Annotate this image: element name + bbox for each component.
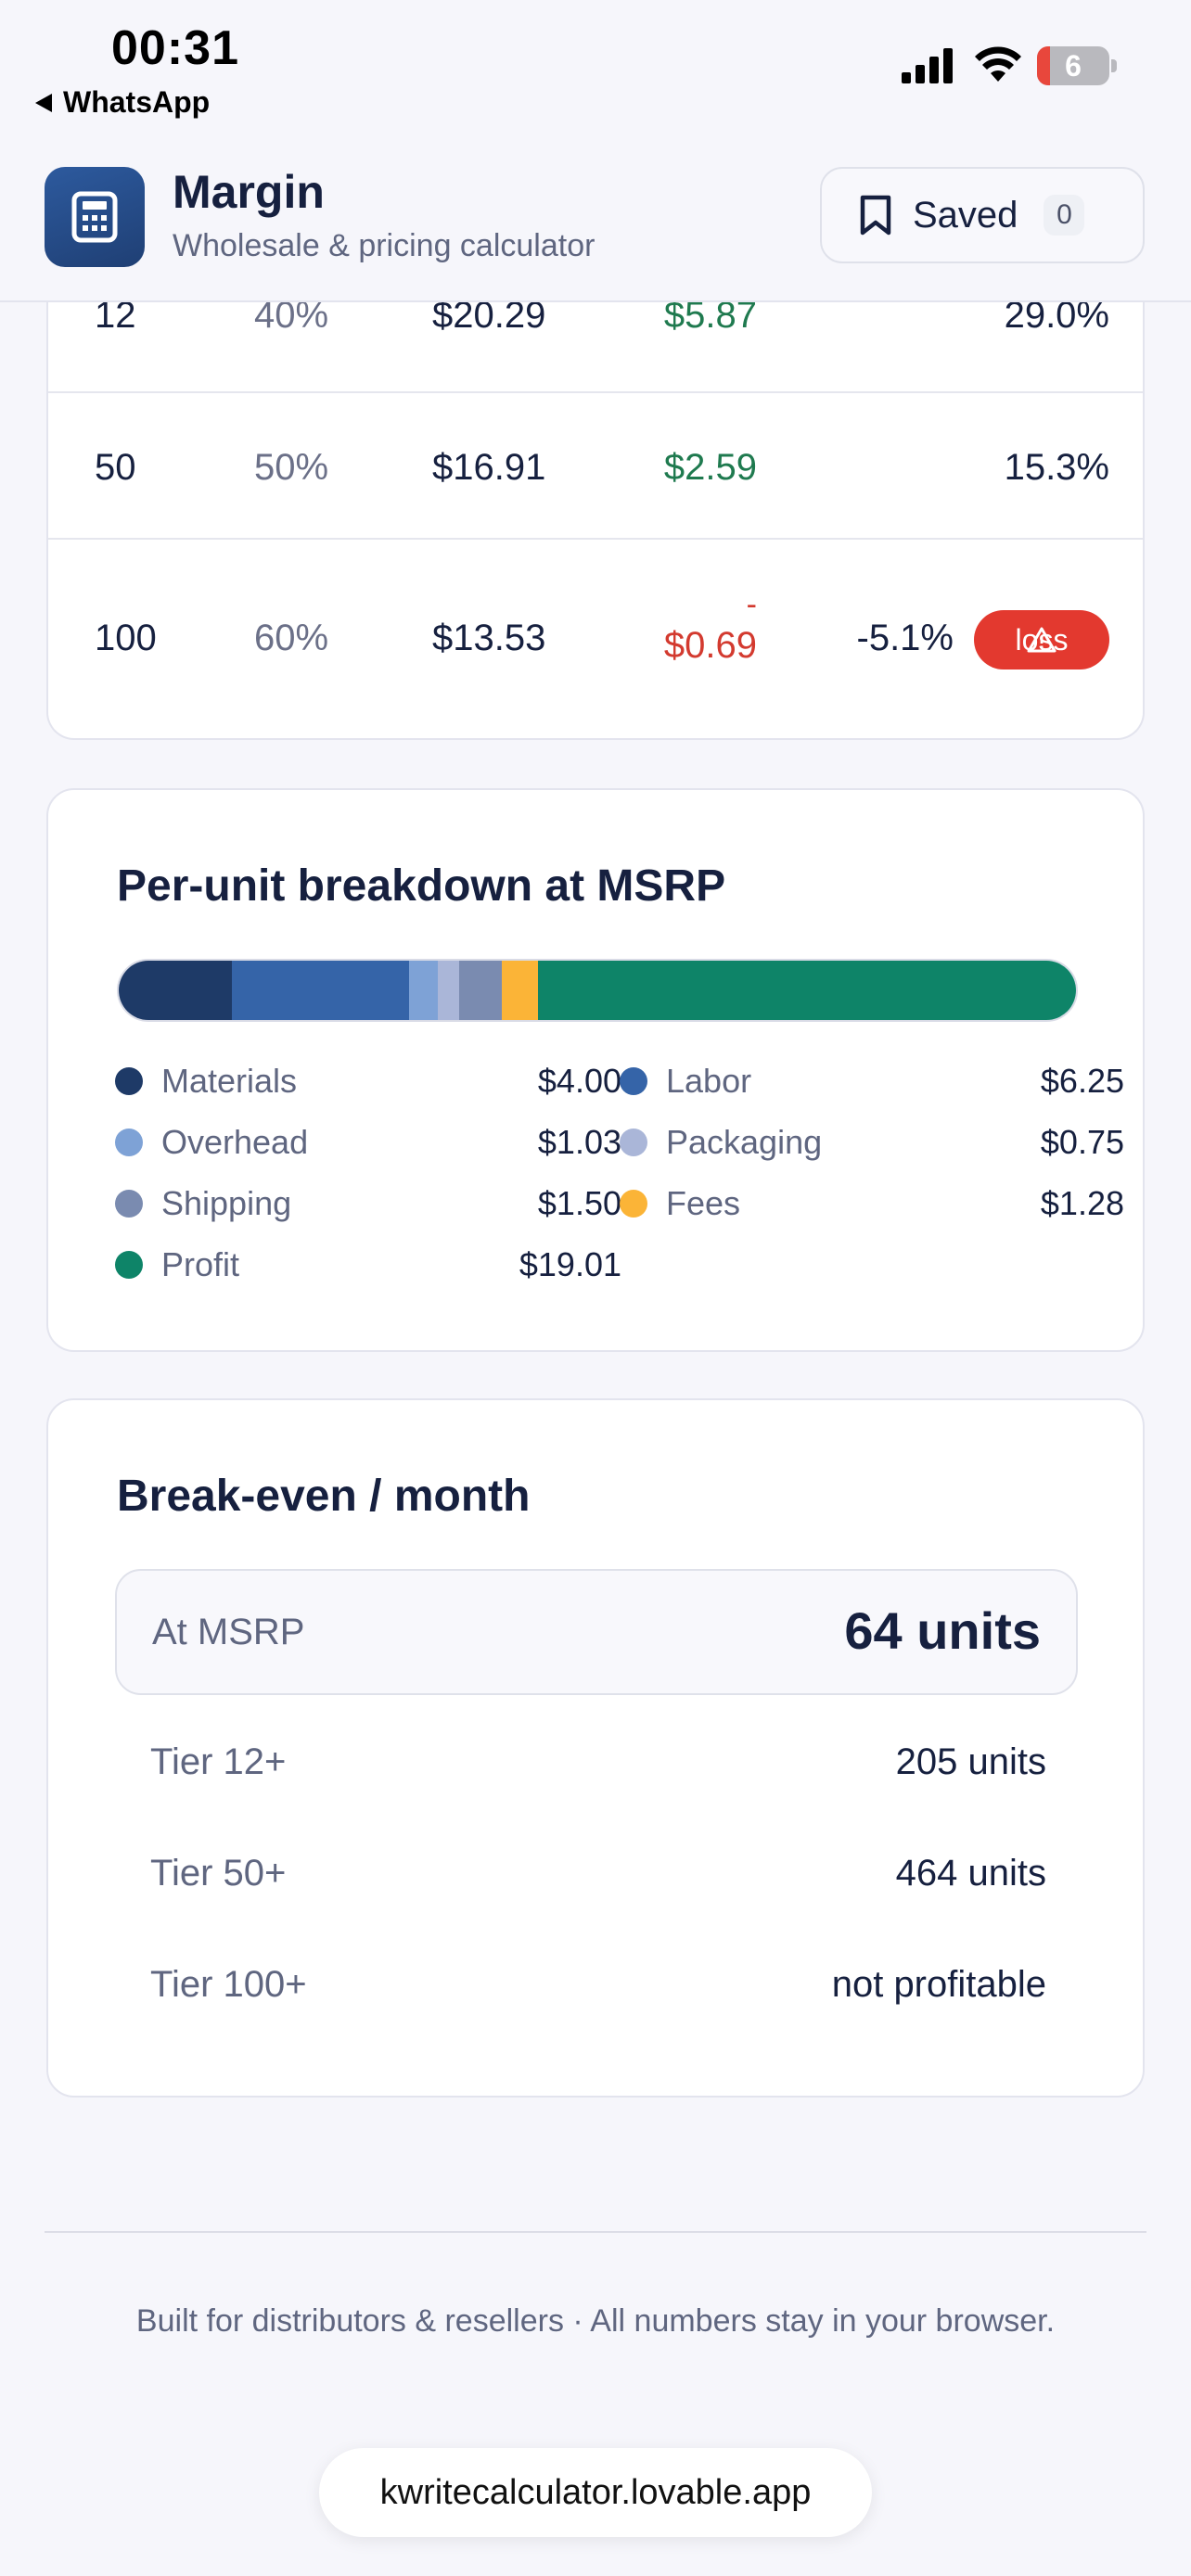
legend-label: Overhead bbox=[161, 1123, 309, 1161]
legend-label: Packaging bbox=[666, 1123, 823, 1161]
labor-dot bbox=[620, 1067, 647, 1095]
legend-value: $1.03 bbox=[537, 1123, 621, 1161]
tier-qty: 50 bbox=[95, 447, 136, 488]
footer-text: Built for distributors & resellers · All… bbox=[135, 2303, 1056, 2339]
legend-item-packaging: Packaging $0.75 bbox=[620, 1119, 1124, 1166]
legend-value: $4.00 bbox=[537, 1062, 621, 1100]
legend-item-labor: Labor $6.25 bbox=[620, 1058, 1124, 1104]
shipping-dot bbox=[115, 1190, 143, 1218]
legend-item-fees: Fees $1.28 bbox=[620, 1180, 1124, 1227]
legend-item-shipping: Shipping $1.50 bbox=[115, 1180, 621, 1227]
break-even-tier-row: Tier 12+ 205 units bbox=[150, 1741, 1046, 1797]
msrp-label: At MSRP bbox=[152, 1612, 305, 1652]
battery-level: 6 bbox=[1065, 49, 1082, 83]
break-even-tier-row: Tier 50+ 464 units bbox=[150, 1853, 1046, 1908]
break-even-card: Break-even / month At MSRP 64 units Tier… bbox=[46, 1398, 1145, 2098]
bar-segment-labor bbox=[232, 961, 409, 1020]
tier-price: $16.91 bbox=[432, 447, 546, 488]
tier-units: not profitable bbox=[831, 1964, 1046, 2005]
legend-label: Shipping bbox=[161, 1184, 292, 1222]
tier-profit: $2.59 bbox=[663, 447, 757, 488]
bar-segment-shipping bbox=[459, 961, 502, 1020]
signal-icon bbox=[902, 48, 953, 83]
materials-dot bbox=[115, 1067, 143, 1095]
browser-url-bar[interactable]: kwritecalculator.lovable.app bbox=[319, 2448, 872, 2537]
tier-units: 464 units bbox=[895, 1853, 1046, 1894]
packaging-dot bbox=[620, 1129, 647, 1156]
app-subtitle: Wholesale & pricing calculator bbox=[173, 228, 596, 263]
break-even-tier-row: Tier 100+ not profitable bbox=[150, 1964, 1046, 2020]
tier-units: 205 units bbox=[895, 1741, 1046, 1782]
legend-value: $19.01 bbox=[519, 1245, 621, 1283]
tier-label: Tier 12+ bbox=[150, 1741, 287, 1782]
back-arrow-icon bbox=[35, 93, 52, 112]
app-header: Margin Wholesale & pricing calculator Sa… bbox=[0, 130, 1191, 302]
tier-discount: 60% bbox=[254, 618, 329, 658]
tier-margin: -5.1% bbox=[856, 618, 954, 658]
status-bar: 00:31 WhatsApp 6 bbox=[0, 0, 1191, 130]
breakdown-title: Per-unit breakdown at MSRP bbox=[117, 861, 726, 911]
legend-item-overhead: Overhead $1.03 bbox=[115, 1119, 621, 1166]
bar-segment-profit bbox=[537, 961, 1076, 1020]
footer-divider bbox=[45, 2231, 1146, 2233]
tier-label: Tier 50+ bbox=[150, 1853, 287, 1894]
tier-profit: $0.69 bbox=[663, 625, 757, 666]
breakdown-card: Per-unit breakdown at MSRP Materials $4.… bbox=[46, 788, 1145, 1352]
bar-segment-materials bbox=[119, 961, 233, 1020]
tier-profit-negative: - $0.69 bbox=[664, 586, 757, 668]
table-row: 100 60% $13.53 - $0.69 -5.1% loss bbox=[48, 538, 1143, 738]
back-app-label: WhatsApp bbox=[63, 85, 211, 119]
wifi-icon bbox=[975, 46, 1021, 82]
tier-qty: 100 bbox=[95, 618, 157, 658]
saved-button[interactable]: Saved 0 bbox=[820, 167, 1145, 263]
profit-sign: - bbox=[746, 587, 757, 622]
tier-margin: 15.3% bbox=[1004, 447, 1109, 488]
break-even-msrp: At MSRP 64 units bbox=[115, 1569, 1078, 1695]
bar-segment-overhead bbox=[408, 961, 439, 1020]
loss-badge-label: loss bbox=[1015, 622, 1069, 657]
table-row: 50 50% $16.91 $2.59 15.3% bbox=[48, 391, 1143, 538]
fees-dot bbox=[620, 1190, 647, 1218]
tier-label: Tier 100+ bbox=[150, 1964, 307, 2005]
status-time: 00:31 bbox=[111, 21, 239, 75]
overhead-dot bbox=[115, 1129, 143, 1156]
profit-dot bbox=[115, 1251, 143, 1279]
back-to-app-link[interactable]: WhatsApp bbox=[35, 85, 210, 120]
battery-icon: 6 bbox=[1037, 46, 1117, 85]
legend-value: $6.25 bbox=[1040, 1062, 1124, 1100]
legend-value: $1.28 bbox=[1040, 1184, 1124, 1222]
loss-badge: loss bbox=[974, 610, 1109, 670]
legend-value: $0.75 bbox=[1040, 1123, 1124, 1161]
saved-count-badge: 0 bbox=[1044, 195, 1085, 236]
bar-segment-fees bbox=[501, 961, 538, 1020]
legend-item-profit: Profit $19.01 bbox=[115, 1242, 621, 1288]
calculator-icon bbox=[45, 167, 145, 267]
legend-label: Labor bbox=[666, 1062, 752, 1100]
bar-segment-packaging bbox=[438, 961, 460, 1020]
legend-label: Profit bbox=[161, 1245, 240, 1283]
breakdown-stacked-bar bbox=[117, 959, 1078, 1022]
msrp-units: 64 units bbox=[844, 1601, 1041, 1660]
bookmark-icon bbox=[860, 195, 891, 236]
break-even-title: Break-even / month bbox=[117, 1472, 531, 1521]
app-title: Margin bbox=[173, 166, 325, 218]
legend-label: Materials bbox=[161, 1062, 298, 1100]
tier-price: $13.53 bbox=[432, 618, 546, 658]
tier-discount: 50% bbox=[254, 447, 329, 488]
legend-label: Fees bbox=[666, 1184, 741, 1222]
saved-label: Saved bbox=[913, 194, 1018, 236]
legend-value: $1.50 bbox=[537, 1184, 621, 1222]
legend-item-materials: Materials $4.00 bbox=[115, 1058, 621, 1104]
